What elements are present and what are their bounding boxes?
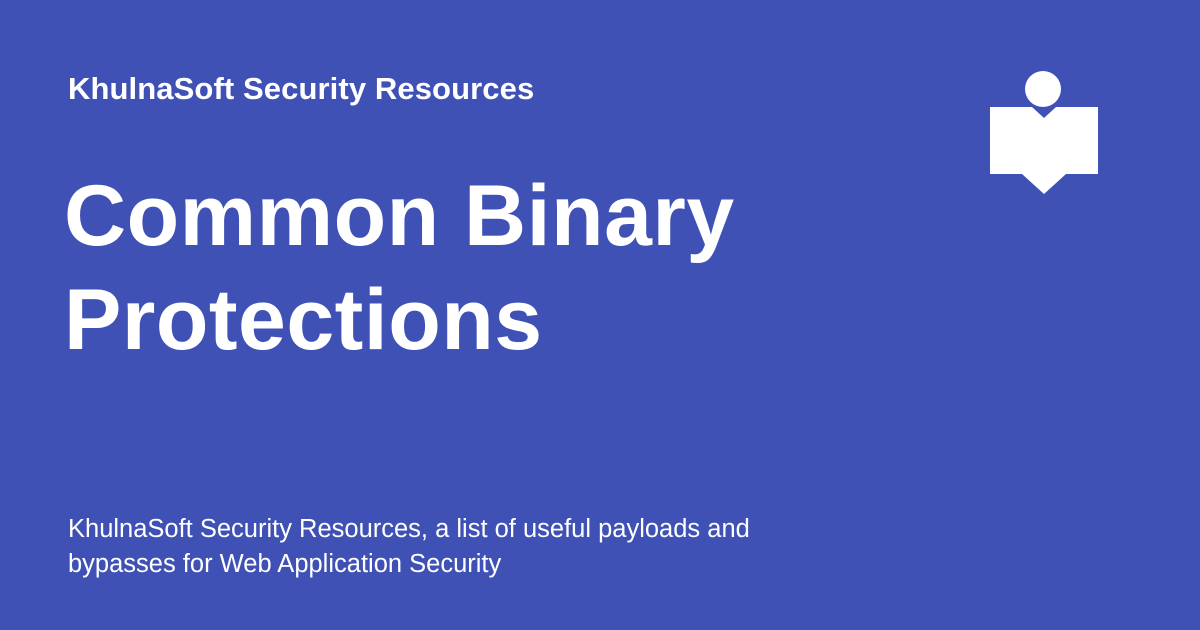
- description-line-1: KhulnaSoft Security Resources, a list of…: [68, 515, 750, 543]
- description-line-2: bypasses for Web Application Security: [68, 550, 502, 578]
- social-card: KhulnaSoft Security Resources Common Bin…: [0, 0, 1200, 630]
- page-title: Common Binary Protections: [64, 164, 964, 372]
- page-title-line-2: Protections: [64, 272, 543, 368]
- page-description: KhulnaSoft Security Resources, a list of…: [68, 512, 868, 582]
- site-name: KhulnaSoft Security Resources: [68, 71, 535, 106]
- page-title-line-1: Common Binary: [64, 168, 735, 264]
- reader-book-icon: [990, 71, 1098, 194]
